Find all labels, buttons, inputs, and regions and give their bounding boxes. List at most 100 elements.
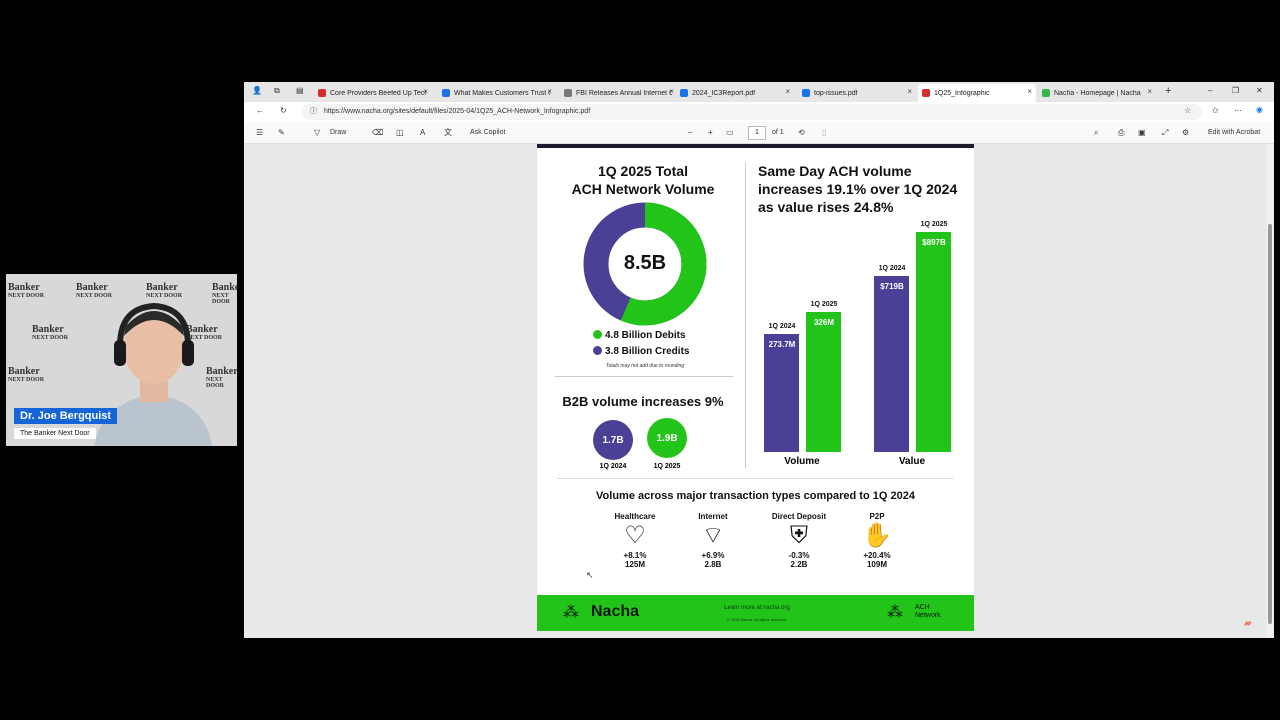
tab-label: What Makes Customers Trust O [454, 89, 550, 97]
browser-tab[interactable]: Core Providers Beefed Up Tech × [314, 84, 432, 102]
minimize-button[interactable]: – [1208, 86, 1212, 96]
profile-icon[interactable]: 👤 [252, 86, 262, 96]
txn-change: +6.9% [701, 551, 725, 560]
browser-tab[interactable]: top-issues.pdf × [798, 84, 916, 102]
zoom-in-icon[interactable]: + [708, 128, 713, 138]
txn-item: P2P ✋ +20.4% 109M [842, 512, 912, 569]
fullscreen-icon[interactable]: ⤢ [1162, 128, 1168, 138]
scrollbar-thumb[interactable] [1268, 224, 1272, 624]
tab-close-icon[interactable]: × [907, 87, 912, 96]
restore-button[interactable]: ❐ [1232, 86, 1239, 96]
txn-title: Volume across major transaction types co… [596, 490, 915, 502]
txn-name: Direct Deposit [771, 512, 827, 521]
sameday-title: Same Day ACH volume increases 19.1% over… [758, 162, 968, 216]
acrobat-icon[interactable]: ▰ [1244, 618, 1252, 629]
mouse-cursor-icon: ↖ [586, 570, 594, 580]
heart-monitor-icon: ♡ [624, 522, 646, 549]
direct-deposit-icon: ⛨ [790, 522, 808, 549]
txn-volume: 109M [866, 560, 887, 569]
browser-tab[interactable]: 2024_IC3Report.pdf × [676, 84, 794, 102]
url-input[interactable]: ⓘ https://www.nacha.org/sites/default/fil… [302, 104, 1202, 120]
settings-icon[interactable]: ⚙ [1182, 128, 1189, 138]
b2b-2024-circle: 1.7B [593, 420, 633, 460]
draw-icon[interactable]: ▽ [314, 128, 320, 138]
tab-favicon-icon [802, 89, 810, 97]
presenter-name: Dr. Joe Bergquist [14, 408, 118, 424]
view-icon[interactable]: ◫ [396, 128, 404, 138]
bar-volume-1 [806, 312, 841, 452]
draw-button[interactable]: Draw [330, 128, 346, 138]
txn-name: Internet [698, 512, 728, 521]
browser-tab[interactable]: 1Q25_Infographic × [918, 84, 1036, 102]
backdrop-logo-line1: Banker [8, 366, 40, 377]
footer-ach-2: Network [915, 612, 941, 619]
tab-label: 1Q25_Infographic [934, 89, 990, 97]
zoom-out-icon[interactable]: − [688, 128, 693, 138]
nacha-logo-icon: ⁂ [563, 604, 579, 621]
tab-close-icon[interactable]: × [423, 87, 428, 96]
page-total: of 1 [772, 129, 784, 136]
save-icon[interactable]: ▣ [1138, 128, 1146, 138]
eraser-icon[interactable]: ⌫ [372, 128, 383, 138]
refresh-icon[interactable]: ↻ [280, 106, 287, 116]
print-icon[interactable]: ⎙ [1118, 128, 1124, 138]
favorites-icon[interactable]: ✩ [1212, 106, 1219, 116]
txn-item: Direct Deposit ⛨ -0.3% 2.2B [764, 512, 834, 569]
bar-value-label: $719B [880, 282, 904, 291]
footer-copyright: © 2025 Nacha. All rights reserved. [726, 617, 788, 622]
rounding-note: Totals may not add due to rounding [605, 363, 685, 369]
edit-with-acrobat-button[interactable]: Edit with Acrobat [1208, 128, 1260, 138]
close-window-button[interactable]: ✕ [1256, 86, 1263, 96]
tab-close-icon[interactable]: × [1027, 87, 1032, 96]
total-title-line2: ACH Network Volume [571, 181, 715, 197]
copilot-icon[interactable]: ◉ [1256, 105, 1263, 115]
favorite-star-icon[interactable]: ☆ [1184, 106, 1191, 116]
b2b-title: B2B volume increases 9% [562, 394, 724, 409]
tab-close-icon[interactable]: × [669, 87, 674, 96]
new-tab-button[interactable]: + [1165, 86, 1171, 97]
tab-label: Nacha - Homepage | Nacha [1054, 89, 1141, 97]
more-menu-icon[interactable]: ⋯ [1234, 106, 1242, 116]
highlight-icon[interactable]: ✎ [278, 128, 285, 138]
two-page-icon[interactable]: ▯ [822, 128, 826, 138]
tab-close-icon[interactable]: × [1147, 87, 1152, 96]
back-icon[interactable]: ← [256, 106, 264, 116]
handshake-icon: ✋ [862, 522, 892, 549]
site-info-icon[interactable]: ⓘ [310, 104, 317, 120]
scrollbar[interactable] [1266, 144, 1274, 638]
b2b-2025-circle: 1.9B [647, 418, 687, 458]
divider [555, 376, 733, 377]
ask-copilot-button[interactable]: Ask Copilot [470, 128, 505, 138]
bar-value-0 [874, 276, 909, 452]
txn-volume: 2.2B [790, 560, 808, 569]
bar-series-label: 1Q 2024 [878, 265, 906, 272]
browser-tab[interactable]: Nacha - Homepage | Nacha × [1038, 84, 1156, 102]
address-bar: ← ↻ ⓘ https://www.nacha.org/sites/default… [244, 102, 1274, 122]
footer-link[interactable]: Learn more at nacha.org [707, 605, 807, 611]
b2b-2025-label: 1Q 2025 [653, 463, 681, 470]
tab-close-icon[interactable]: × [785, 87, 790, 96]
page-number-input[interactable]: 1 [748, 126, 766, 140]
tab-close-icon[interactable]: × [547, 87, 552, 96]
pdf-viewer[interactable]: 1Q 2025 Total ACH Network Volume 8.5B 4.… [244, 144, 1274, 638]
browser-tab[interactable]: FBI Releases Annual Internet C × [560, 84, 678, 102]
tab-bar: 👤 ⧉ ▤ Core Providers Beefed Up Tech × What… [244, 82, 1274, 102]
search-icon[interactable]: ⌕ [1094, 128, 1098, 138]
debits-label: 4.8 Billion Debits [605, 330, 686, 341]
backdrop-logo-line2: NEXT DOOR [212, 293, 230, 305]
read-aloud-icon[interactable]: A [420, 128, 425, 138]
contents-icon[interactable]: ☰ [256, 128, 263, 138]
browser-window: 👤 ⧉ ▤ Core Providers Beefed Up Tech × What… [244, 82, 1274, 638]
fit-page-icon[interactable]: ▭ [726, 128, 734, 138]
bar-value-label: $897B [922, 238, 946, 247]
tab-actions-icon[interactable]: ▤ [296, 86, 304, 96]
browser-tab[interactable]: What Makes Customers Trust O × [438, 84, 556, 102]
translate-icon[interactable]: 文 [444, 128, 452, 138]
tab-favicon-icon [922, 89, 930, 97]
rotate-icon[interactable]: ⟲ [798, 128, 805, 138]
workspaces-icon[interactable]: ⧉ [274, 86, 280, 96]
pdf-page: 1Q 2025 Total ACH Network Volume 8.5B 4.… [537, 144, 974, 631]
debits-dot [593, 330, 602, 339]
divider-2 [557, 478, 954, 479]
credits-dot [593, 346, 602, 355]
